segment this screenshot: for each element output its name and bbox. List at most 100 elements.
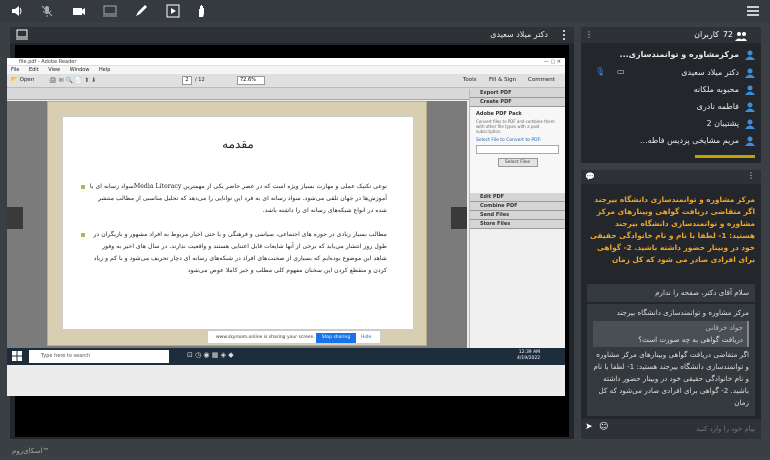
select-label: Select File to Convert to PDF: (476, 138, 542, 143)
doc-paragraph-1: نوعی تکنیک عملی و مهارت بسیار ویژه است ک… (89, 183, 387, 214)
pack-title: Adobe PDF Pack (476, 111, 522, 117)
file-select-box[interactable] (476, 145, 559, 154)
user-avatar-icon (745, 85, 755, 95)
screen-share-bar: www.skyroom.online is sharing your scree… (207, 330, 381, 344)
chat-input[interactable] (611, 422, 755, 436)
combine-pdf-item[interactable]: Combine PDF (470, 202, 565, 211)
reader-title: file.pdf - Adobe Reader (19, 59, 77, 65)
users-panel: ⋮ کاربران 72 مرکزمشاوره و توانمندسازی...… (581, 27, 761, 163)
panel-header: دکتر میلاد سعیدی (10, 27, 574, 43)
chat-message-body: اگر متقاضی دریافت گواهی وبینارهای مرکز م… (593, 350, 749, 407)
quote-text: دریافت گواهی به چه صورت است؟ (638, 335, 743, 344)
reader-menubar: File Edit View Window Help (7, 66, 565, 74)
user-item[interactable]: فاطمه نادری (587, 101, 755, 115)
user-name: مرکزمشاوره و توانمندسازی... (619, 50, 739, 59)
raise-hand-icon[interactable] (195, 4, 209, 18)
left-slide-tab (7, 207, 23, 229)
open-button[interactable]: 📂 Open (11, 77, 34, 83)
stop-sharing-button[interactable]: Stop sharing (316, 333, 356, 343)
user-item-partial (695, 155, 755, 158)
store-files-item[interactable]: Store Files (470, 220, 565, 229)
menu-view[interactable]: View (48, 67, 60, 73)
zoom-select[interactable]: 72.6% (237, 76, 265, 85)
bullet (81, 185, 85, 189)
share-notice: www.skyroom.online is sharing your scree… (216, 335, 315, 340)
user-avatar-icon (745, 50, 755, 60)
presenter-name: دکتر میلاد سعیدی (490, 30, 548, 39)
hide-button[interactable]: Hide (361, 331, 371, 345)
taskbar-app-icons[interactable]: ⊡ ◷ ◉ ▦ ◈ ◆ (187, 351, 234, 359)
pdf-page: مقدمه نوعی تکنیک عملی و مهارت بسیار ویژه… (47, 101, 427, 346)
chat-sender: مرکز مشاوره و توانمندسازی دانشگاه بیرجند (616, 308, 749, 317)
toolbar-icons[interactable]: 🖨 ✉ 🔍 📄 ⬆ ⬇ (49, 77, 96, 84)
pen-icon[interactable] (134, 4, 148, 18)
more-icon[interactable] (558, 29, 572, 43)
menu-icon[interactable] (746, 4, 760, 18)
create-pdf-panel: Adobe PDF Pack Convert files to PDF and … (470, 107, 565, 193)
users-count: 72 (722, 30, 733, 39)
windows-start-icon[interactable] (11, 350, 25, 364)
user-avatar-icon (745, 119, 755, 129)
more-icon[interactable]: ⋮ (747, 171, 755, 180)
quote-name: جواد خرقانی (705, 323, 743, 332)
menu-help[interactable]: Help (99, 67, 110, 73)
users-icon (735, 30, 749, 44)
brand-footer: اسکای‌روم™ (12, 447, 50, 455)
taskbar-clock: 12:39 AM 4/19/2022 (517, 350, 541, 361)
emoji-icon[interactable]: ☺ (599, 422, 608, 432)
bullet (81, 233, 85, 237)
play-icon[interactable] (166, 4, 180, 18)
reader-toolbar: 📂 Open 🖨 ✉ 🔍 📄 ⬆ ⬇ 2 / 12 72.6% Tools Fi… (7, 74, 565, 88)
chat-panel: 💬 ⋮ مرکز مشاوره و توانمندسازی دانشگاه بی… (581, 170, 761, 439)
tools-pane: Export PDF Create PDF Adobe PDF Pack Con… (469, 89, 565, 351)
fill-sign-tab[interactable]: Fill & Sign (489, 77, 516, 83)
menu-file[interactable]: File (11, 67, 19, 73)
windows-taskbar: Type here to search ⊡ ◷ ◉ ▦ ◈ ◆ 12:39 AM… (7, 348, 565, 365)
mic-muted-icon[interactable] (40, 4, 54, 18)
create-pdf-item[interactable]: Create PDF (470, 98, 565, 107)
comment-tab[interactable]: Comment (528, 77, 555, 83)
user-name: فاطمه نادری (696, 102, 739, 111)
chat-input-bar: ➤ ☺ (581, 419, 761, 439)
doc-paragraph-2: مطالب بسیار زیادی در حوزه های اجتماعی، س… (93, 231, 387, 274)
doc-title: مقدمه (222, 137, 254, 151)
menu-edit[interactable]: Edit (29, 67, 39, 73)
document-area: مقدمه نوعی تکنیک عملی و مهارت بسیار ویژه… (7, 101, 467, 351)
screen-icon: ▭ (617, 67, 625, 76)
users-header: ⋮ کاربران 72 (581, 27, 761, 43)
screen-share-icon[interactable] (103, 4, 117, 18)
user-name: پشتیبان 2 (706, 119, 739, 128)
chat-message-highlight: مرکز مشاوره و توانمندسازی دانشگاه بیرجند… (590, 195, 755, 264)
user-item[interactable]: محبوبه ملکانه (587, 84, 755, 98)
export-pdf-item[interactable]: Export PDF (470, 89, 565, 98)
chat-message-reply: مرکز مشاوره و توانمندسازی دانشگاه بیرجند… (587, 304, 755, 416)
user-item[interactable]: پشتیبان 2 (587, 118, 755, 132)
camera-icon[interactable] (72, 4, 86, 18)
user-item[interactable]: مرکزمشاوره و توانمندسازی... (587, 49, 755, 63)
top-toolbar (0, 0, 770, 22)
speaker-icon[interactable] (10, 4, 24, 18)
taskbar-search[interactable]: Type here to search (29, 350, 169, 363)
menu-window[interactable]: Window (70, 67, 90, 73)
reader-titlebar: file.pdf - Adobe Reader — ▢ ✕ (7, 58, 565, 66)
screen-icon (16, 29, 30, 43)
send-icon[interactable]: ➤ (585, 422, 593, 432)
more-icon[interactable]: ⋮ (585, 30, 593, 39)
user-item[interactable]: مریم مشایخی پردیس فاطه... (587, 135, 755, 149)
send-files-item[interactable]: Send Files (470, 211, 565, 220)
tools-tab[interactable]: Tools (463, 77, 477, 83)
users-title: کاربران (694, 30, 719, 39)
slide-content: مقدمه نوعی تکنیک عملی و مهارت بسیار ویژه… (62, 116, 414, 330)
chat-quote: جواد خرقانی دریافت گواهی به چه صورت است؟ (593, 321, 749, 347)
mic-icon: 🎙 (595, 67, 606, 76)
pack-desc: Convert files to PDF and combine them wi… (476, 119, 555, 134)
chat-message: سلام آقای دکتر، صفحه را ندارم (587, 284, 755, 302)
page-number-input[interactable]: 2 (182, 76, 192, 85)
user-name: مریم مشایخی پردیس فاطه... (640, 136, 739, 145)
window-controls[interactable]: — ▢ ✕ (544, 58, 561, 66)
taskbar-search-placeholder: Type here to search (41, 353, 91, 359)
user-avatar-icon (745, 136, 755, 146)
select-files-button[interactable]: Select Files (497, 158, 538, 167)
user-item[interactable]: دکتر میلاد سعیدی ▭ 🎙 (587, 67, 755, 81)
edit-pdf-item[interactable]: Edit PDF (470, 193, 565, 202)
